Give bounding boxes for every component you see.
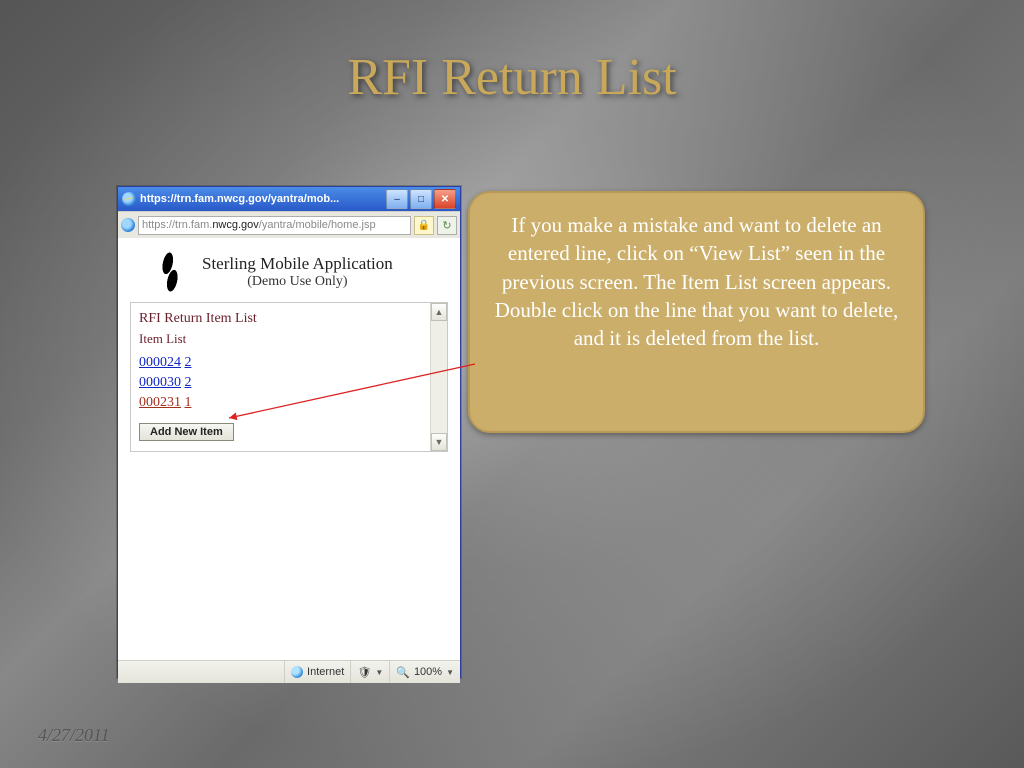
globe-icon [291, 666, 303, 678]
lock-icon: 🔒 [414, 216, 434, 235]
scroll-up-button[interactable]: ▲ [431, 303, 447, 321]
scroll-down-button[interactable]: ▼ [431, 433, 447, 451]
security-zone: Internet [284, 661, 350, 683]
panel-scrollbar[interactable]: ▲ ▼ [430, 303, 447, 451]
chevron-down-icon: ▼ [446, 668, 454, 677]
protected-mode[interactable]: 🛡▼ [350, 661, 389, 683]
close-button[interactable]: ✕ [434, 189, 456, 209]
browser-titlebar: https://trn.fam.nwcg.gov/yantra/mob... –… [118, 187, 460, 211]
list-item[interactable]: 000231 1 [139, 393, 439, 413]
url-pre: https://trn.fam. [142, 219, 212, 231]
url-host: nwcg.gov [212, 219, 258, 231]
zoom-control[interactable]: 🔍 100% ▼ [389, 661, 460, 683]
item-id-link[interactable]: 000024 [139, 355, 181, 370]
zone-label: Internet [307, 666, 344, 678]
shield-icon: 🛡 [357, 666, 371, 679]
browser-window: https://trn.fam.nwcg.gov/yantra/mob... –… [117, 186, 461, 678]
app-title: Sterling Mobile Application [202, 254, 393, 274]
page-body: Sterling Mobile Application (Demo Use On… [118, 238, 460, 660]
callout-text: If you make a mistake and want to delete… [495, 213, 899, 350]
item-qty-link[interactable]: 2 [185, 375, 192, 390]
status-bar: Internet 🛡▼ 🔍100%▼ [118, 660, 460, 683]
item-qty-link[interactable]: 1 [185, 395, 192, 410]
refresh-button[interactable]: ↻ [437, 216, 457, 235]
chevron-down-icon: ▼ [375, 668, 383, 677]
ie-page-icon [121, 218, 135, 232]
minimize-button[interactable]: – [386, 189, 408, 209]
app-subtitle: (Demo Use Only) [247, 274, 347, 290]
maximize-button[interactable]: □ [410, 189, 432, 209]
panel-subtitle: Item List [139, 331, 439, 347]
list-item[interactable]: 000024 2 [139, 353, 439, 373]
instruction-callout: If you make a mistake and want to delete… [468, 191, 925, 433]
slide: RFI Return List https://trn.fam.nwcg.gov… [0, 0, 1024, 768]
address-bar: https://trn.fam.nwcg.gov/yantra/mobile/h… [118, 211, 460, 238]
url-field[interactable]: https://trn.fam.nwcg.gov/yantra/mobile/h… [138, 216, 411, 235]
window-buttons: – □ ✕ [386, 189, 456, 209]
url-post: /yantra/mobile/home.jsp [259, 219, 376, 231]
slide-date: 4/27/2011 [38, 725, 110, 746]
item-rows: 000024 2000030 2000231 1 [139, 353, 439, 413]
add-new-item-button[interactable]: Add New Item [139, 423, 234, 441]
list-item[interactable]: 000030 2 [139, 373, 439, 393]
ie-icon [122, 192, 136, 206]
app-header: Sterling Mobile Application (Demo Use On… [118, 238, 460, 296]
browser-title-text: https://trn.fam.nwcg.gov/yantra/mob... [140, 193, 386, 205]
item-qty-link[interactable]: 2 [185, 355, 192, 370]
item-id-link[interactable]: 000030 [139, 375, 181, 390]
item-list-panel: RFI Return Item List Item List 000024 20… [130, 302, 448, 452]
panel-title: RFI Return Item List [139, 311, 439, 327]
item-id-link[interactable]: 000231 [139, 395, 181, 410]
app-title-block: Sterling Mobile Application (Demo Use On… [202, 254, 393, 290]
zoom-label: 100% [414, 666, 442, 678]
slide-title: RFI Return List [0, 48, 1024, 107]
zoom-icon: 🔍 [396, 666, 410, 679]
sterling-logo-icon [154, 250, 186, 294]
